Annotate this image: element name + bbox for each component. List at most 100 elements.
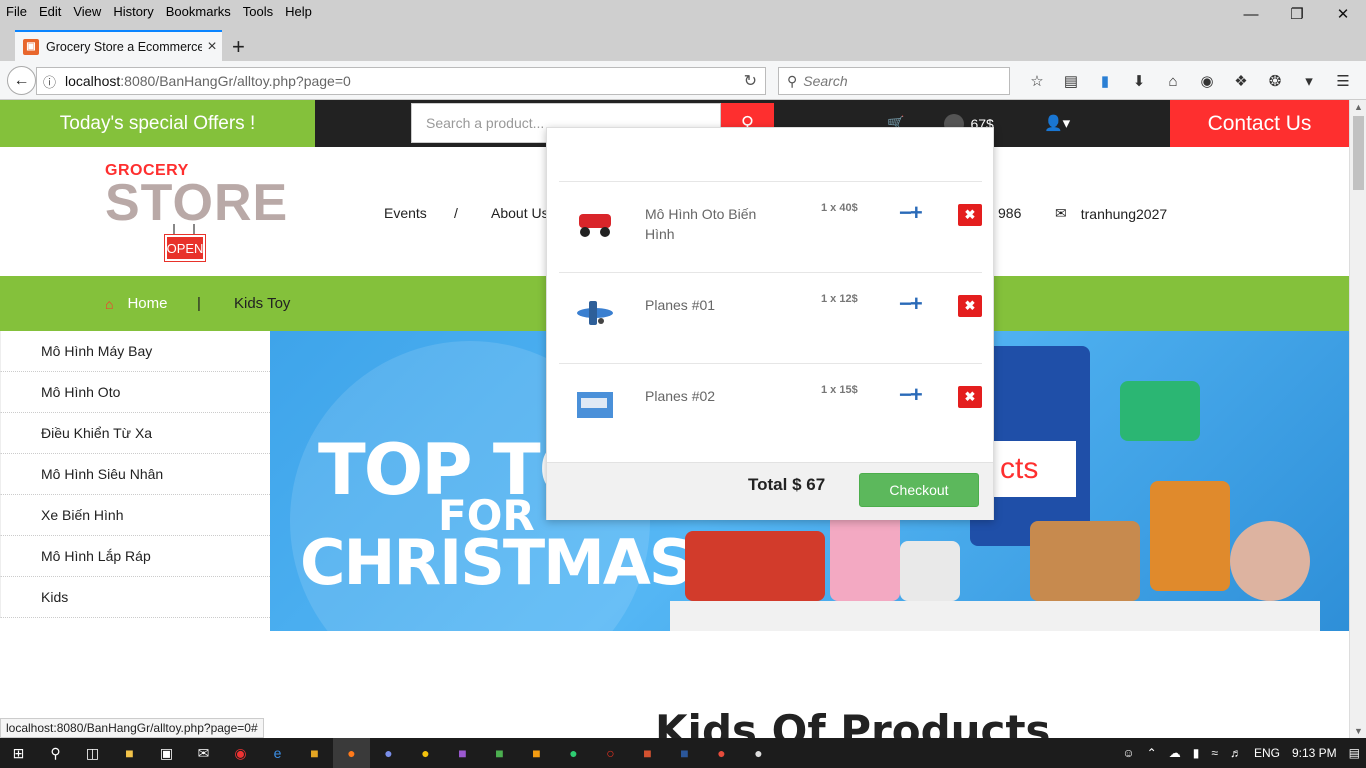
remove-item-button[interactable]: ✖: [958, 386, 982, 408]
category-item[interactable]: Điều Khiển Từ Xa: [0, 413, 270, 454]
people-icon[interactable]: ☺: [1116, 746, 1140, 760]
special-offers-link[interactable]: Today's special Offers !: [0, 100, 315, 147]
store-logo[interactable]: GROCERY STORE OPEN: [105, 162, 288, 262]
powerpoint-icon[interactable]: ■: [629, 738, 666, 768]
web-page: Today's special Offers ! Search a produc…: [0, 100, 1349, 738]
menu-tools[interactable]: Tools: [237, 4, 279, 19]
new-tab-icon[interactable]: +: [232, 34, 245, 60]
tray-chevron-icon[interactable]: ⌃: [1141, 746, 1163, 760]
reload-icon[interactable]: ↻: [744, 71, 757, 91]
info-icon[interactable]: ⓘ: [43, 72, 65, 91]
hamburger-menu-icon[interactable]: ☰: [1326, 69, 1360, 93]
cart-item-name[interactable]: Mô Hình Oto Biến Hình: [645, 204, 775, 244]
scroll-down-icon[interactable]: ▼: [1354, 726, 1363, 736]
visual-studio-icon[interactable]: ■: [444, 738, 481, 768]
search-icon[interactable]: ⚲: [37, 738, 74, 768]
category-item[interactable]: Kids: [0, 577, 270, 618]
browser-tab[interactable]: ▣ Grocery Store a Ecommerce ×: [15, 30, 222, 61]
minus-icon[interactable]: −: [899, 200, 912, 225]
close-tab-icon[interactable]: ×: [202, 38, 222, 56]
wifi-icon[interactable]: ≈: [1205, 746, 1224, 760]
word-icon[interactable]: ■: [666, 738, 703, 768]
windows-start-icon[interactable]: ⊞: [0, 738, 37, 768]
minus-icon[interactable]: −: [899, 291, 912, 316]
minus-icon[interactable]: −: [899, 382, 912, 407]
edge-icon[interactable]: e: [259, 738, 296, 768]
email-text: tranhung2027: [1080, 205, 1168, 222]
product-thumbnail-image[interactable]: [573, 384, 617, 424]
nav-about[interactable]: About Us: [491, 205, 549, 221]
menu-edit[interactable]: Edit: [33, 4, 67, 19]
pocket-icon[interactable]: ◉: [1190, 69, 1224, 93]
tab-bar: ▣ Grocery Store a Ecommerce × +: [0, 22, 1366, 61]
back-arrow-icon[interactable]: ←: [7, 66, 36, 95]
checkout-button[interactable]: Checkout: [859, 473, 979, 507]
menu-view[interactable]: View: [67, 4, 107, 19]
app-shield-icon[interactable]: ■: [296, 738, 333, 768]
product-thumbnail-image[interactable]: [573, 293, 617, 333]
category-item[interactable]: Mô Hình Máy Bay: [0, 331, 270, 372]
overflow-chevron-icon[interactable]: ▾: [1292, 69, 1326, 93]
volume-icon[interactable]: ♬: [1224, 746, 1248, 760]
app-green-icon[interactable]: ●: [555, 738, 592, 768]
home-icon[interactable]: ⌂: [1156, 69, 1190, 93]
nav-events[interactable]: Events: [384, 205, 427, 221]
cart-item-name[interactable]: Planes #02: [645, 386, 775, 406]
task-view-icon[interactable]: ◫: [74, 738, 111, 768]
plus-icon[interactable]: +: [910, 291, 923, 316]
file-explorer-icon[interactable]: ■: [111, 738, 148, 768]
windows-taskbar: ⊞ ⚲ ◫ ■ ▣ ✉ ◉ e ■ ● ● ● ■ ■ ■ ● ○ ■ ■ ● …: [0, 738, 1366, 768]
plus-icon[interactable]: +: [910, 200, 923, 225]
clock[interactable]: 9:13 PM: [1286, 746, 1343, 760]
extension-puzzle-icon[interactable]: ❖: [1224, 69, 1258, 93]
menu-bookmarks[interactable]: Bookmarks: [160, 4, 237, 19]
home-icon: ⌂: [105, 295, 114, 312]
download-icon[interactable]: ⬇: [1122, 69, 1156, 93]
firefox-icon[interactable]: ●: [333, 738, 370, 768]
extension-db-icon[interactable]: ▮: [1088, 69, 1122, 93]
opera-icon[interactable]: ○: [592, 738, 629, 768]
dreamweaver-icon[interactable]: ■: [481, 738, 518, 768]
scrollbar-thumb[interactable]: [1353, 116, 1364, 190]
chrome-icon[interactable]: ●: [407, 738, 444, 768]
cloud-icon[interactable]: ☁: [1163, 746, 1187, 760]
app-paint-icon[interactable]: ●: [740, 738, 777, 768]
category-item[interactable]: Xe Biến Hình: [0, 495, 270, 536]
app-blue-icon[interactable]: ●: [370, 738, 407, 768]
mail-icon[interactable]: ✉: [185, 738, 222, 768]
battery-icon[interactable]: ▮: [1187, 746, 1206, 760]
store-icon[interactable]: ▣: [148, 738, 185, 768]
category-item[interactable]: Mô Hình Oto: [0, 372, 270, 413]
browser-search-input[interactable]: ⚲ Search: [778, 67, 1010, 95]
remove-item-button[interactable]: ✖: [958, 204, 982, 226]
category-item[interactable]: Mô Hình Lắp Ráp: [0, 536, 270, 577]
menu-history[interactable]: History: [107, 4, 159, 19]
system-tray: ☺ ⌃ ☁ ▮ ≈ ♬ ENG 9:13 PM ▤: [1116, 738, 1366, 768]
menu-help[interactable]: Help: [279, 4, 318, 19]
plus-icon[interactable]: +: [910, 382, 923, 407]
sublime-icon[interactable]: ■: [518, 738, 555, 768]
email-contact[interactable]: ✉ tranhung2027: [1055, 205, 1167, 222]
remove-item-button[interactable]: ✖: [958, 295, 982, 317]
notifications-icon[interactable]: ▤: [1343, 746, 1366, 760]
address-bar[interactable]: ⓘ localhost:8080/BanHangGr/alltoy.php?pa…: [36, 67, 766, 95]
section-title: Kids Of Products: [655, 706, 1051, 738]
category-item[interactable]: Mô Hình Siêu Nhân: [0, 454, 270, 495]
user-menu-icon[interactable]: 👤▾: [1044, 114, 1070, 132]
tab-title: Grocery Store a Ecommerce: [46, 39, 202, 54]
menu-file[interactable]: File: [0, 4, 33, 19]
cart-item-name[interactable]: Planes #01: [645, 295, 775, 315]
language-indicator[interactable]: ENG: [1248, 746, 1286, 760]
app-red-icon[interactable]: ◉: [222, 738, 259, 768]
reading-list-icon[interactable]: ▤: [1054, 69, 1088, 93]
breadcrumb-home[interactable]: ⌂ Home: [105, 295, 167, 312]
page-scrollbar[interactable]: ▲ ▼: [1349, 100, 1366, 738]
product-thumbnail-image[interactable]: [573, 202, 617, 242]
app-snip-icon[interactable]: ●: [703, 738, 740, 768]
breadcrumb-home-label: Home: [127, 295, 168, 312]
close-icon: ✖: [964, 389, 976, 404]
contact-us-button[interactable]: Contact Us: [1170, 100, 1349, 147]
bookmark-star-icon[interactable]: ☆: [1020, 69, 1054, 93]
scroll-up-icon[interactable]: ▲: [1354, 102, 1363, 112]
extension-bug-icon[interactable]: ❂: [1258, 69, 1292, 93]
